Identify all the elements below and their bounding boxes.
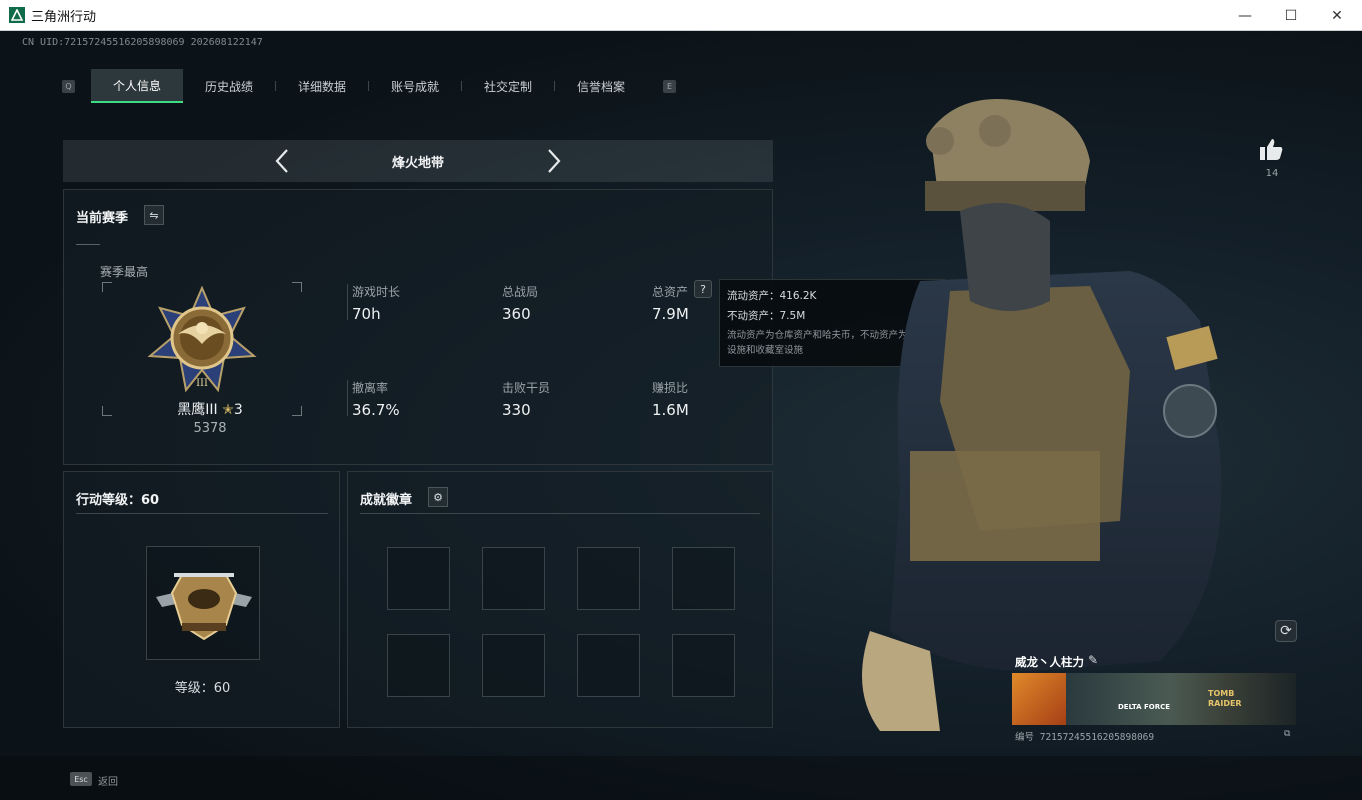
rank-score: 5378 bbox=[193, 421, 227, 436]
copy-icon[interactable]: ⧉ bbox=[1284, 729, 1290, 739]
edit-name-pencil-icon[interactable]: ✎ bbox=[1088, 653, 1098, 667]
level-title: 行动等级：60 bbox=[76, 493, 160, 508]
badge-slot[interactable] bbox=[482, 634, 545, 697]
tab-credit-file[interactable]: 信誉档案 bbox=[555, 69, 647, 103]
window-titlebar: 三角洲行动 — ☐ ✕ bbox=[0, 0, 1362, 31]
season-panel: 当前赛季 ⇋ 赛季最高 III 黑鹰III ✭3 5378 游戏时长 70h 总… bbox=[63, 189, 773, 465]
mode-selector: 烽火地带 bbox=[63, 140, 773, 182]
tab-history[interactable]: 历史战绩 bbox=[183, 69, 275, 103]
profile-tab-bar: Q 个人信息 历史战绩 详细数据 账号成就 社交定制 信誉档案 E bbox=[62, 69, 676, 103]
swap-season-icon[interactable]: ⇋ bbox=[144, 205, 164, 225]
achievements-panel: 成就徽章 ⚙ bbox=[347, 471, 773, 728]
rank-emblem-icon: III bbox=[144, 285, 260, 394]
stat-label-extract-rate: 撤离率 bbox=[352, 381, 389, 395]
help-icon[interactable]: ? bbox=[694, 280, 712, 298]
stat-label-kills: 击败干员 bbox=[502, 381, 551, 395]
season-best-label: 赛季最高 bbox=[100, 265, 149, 279]
badge-slot[interactable] bbox=[672, 634, 735, 697]
rank-star-count: 3 bbox=[233, 402, 243, 418]
tab-detail-data[interactable]: 详细数据 bbox=[276, 69, 368, 103]
badge-slot[interactable] bbox=[387, 547, 450, 610]
window-title: 三角洲行动 bbox=[31, 9, 97, 25]
badge-slot[interactable] bbox=[577, 634, 640, 697]
banner-delta-force-logo: DELTA FORCE bbox=[1118, 703, 1171, 711]
back-label[interactable]: 返回 bbox=[98, 773, 118, 788]
banner-tomb-raider-logo: TOMB RAIDER bbox=[1208, 689, 1242, 708]
achievements-settings-gear-icon[interactable]: ⚙ bbox=[428, 487, 448, 507]
stat-value-total-assets: 7.9M bbox=[652, 305, 689, 323]
tab-achievements[interactable]: 账号成就 bbox=[369, 69, 461, 103]
maximize-button[interactable]: ☐ bbox=[1268, 0, 1314, 31]
stat-value-extract-rate: 36.7% bbox=[352, 401, 400, 419]
level-panel: 行动等级：60 等级：60 bbox=[63, 471, 340, 728]
player-name: 威龙丶人柱力 bbox=[1015, 655, 1084, 669]
tab-personal-info[interactable]: 个人信息 bbox=[91, 69, 183, 103]
nav-next-key[interactable]: E bbox=[663, 79, 676, 93]
thumbs-up-icon[interactable] bbox=[1258, 137, 1286, 163]
badge-slot[interactable] bbox=[672, 547, 735, 610]
player-uid: 编号 72157245516205898069 bbox=[1015, 732, 1155, 743]
rank-star-icon: ✭ bbox=[222, 402, 234, 418]
game-viewport: CN UID:7215724551620589806​9 2026081221​… bbox=[0, 31, 1362, 800]
mode-title: 烽火地带 bbox=[391, 155, 444, 171]
badge-slot[interactable] bbox=[577, 547, 640, 610]
stat-label-matches: 总战局 bbox=[502, 285, 539, 299]
close-button[interactable]: ✕ bbox=[1314, 0, 1360, 31]
footer-bar bbox=[0, 756, 1362, 800]
stat-label-playtime: 游戏时长 bbox=[352, 285, 401, 299]
app-logo-icon bbox=[9, 7, 25, 23]
esc-key[interactable]: Esc bbox=[70, 772, 92, 786]
stat-label-total-assets: 总资产 bbox=[652, 285, 689, 299]
player-banner: DELTA FORCE TOMB RAIDER bbox=[1012, 673, 1296, 725]
tab-social-custom[interactable]: 社交定制 bbox=[462, 69, 554, 103]
svg-text:III: III bbox=[196, 378, 208, 389]
badge-slot[interactable] bbox=[482, 547, 545, 610]
uid-top-label: CN UID:7215724551620589806​9 2026081221​… bbox=[22, 37, 263, 48]
nav-prev-key[interactable]: Q bbox=[62, 79, 75, 93]
refresh-icon[interactable]: ⟳ bbox=[1275, 620, 1297, 642]
season-title: 当前赛季 bbox=[76, 211, 129, 226]
stat-value-matches: 360 bbox=[502, 305, 531, 323]
stat-value-kills: 330 bbox=[502, 401, 531, 419]
achievements-title: 成就徽章 bbox=[360, 493, 413, 508]
player-avatar[interactable] bbox=[1012, 673, 1066, 725]
like-count: 14 bbox=[1265, 168, 1279, 179]
stat-value-profit-ratio: 1.6M bbox=[652, 401, 689, 419]
rank-name: 黑鹰III bbox=[177, 402, 218, 418]
minimize-button[interactable]: — bbox=[1222, 0, 1268, 31]
badge-slot[interactable] bbox=[387, 634, 450, 697]
mode-next-arrow-icon[interactable] bbox=[541, 148, 567, 174]
mode-prev-arrow-icon[interactable] bbox=[269, 148, 295, 174]
player-name-card: 威龙丶人柱力 ✎ DELTA FORCE TOMB RAIDER 编号 7215… bbox=[1012, 651, 1296, 751]
helicopter-emblem-icon bbox=[152, 561, 256, 651]
level-emblem-frame bbox=[146, 546, 260, 660]
stat-label-profit-ratio: 赚损比 bbox=[652, 381, 689, 395]
level-label: 等级：60 bbox=[174, 681, 231, 696]
stat-value-playtime: 70h bbox=[352, 305, 381, 323]
